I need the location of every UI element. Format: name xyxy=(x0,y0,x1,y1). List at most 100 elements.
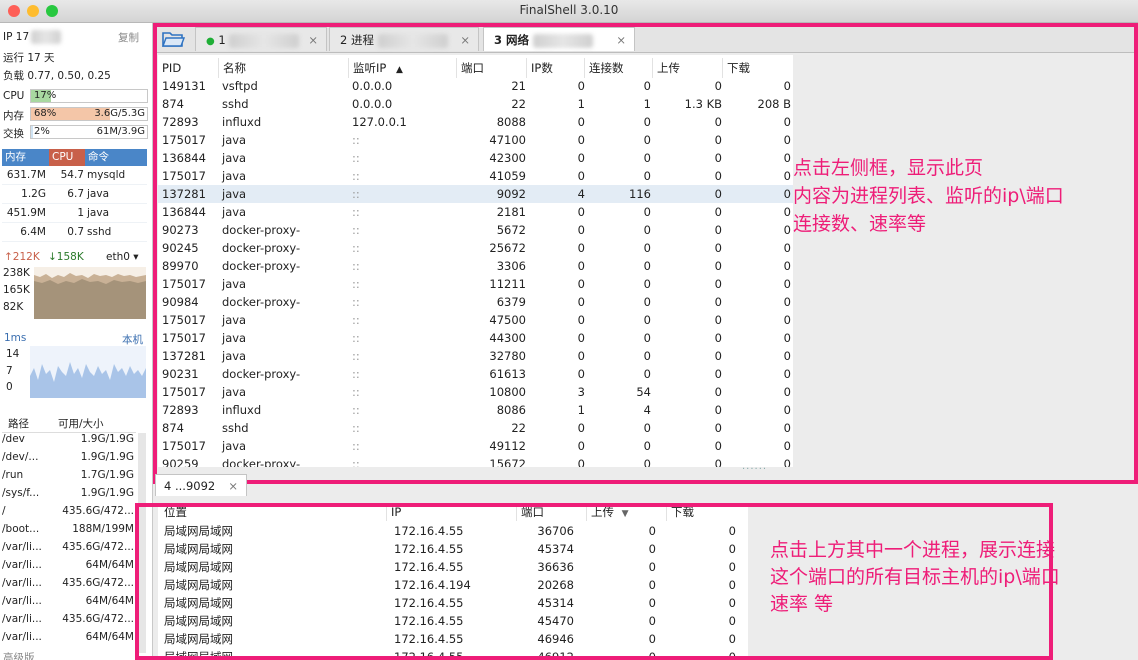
connection-row[interactable]: 局域网局域网 172.16.4.55 36636 0 0 xyxy=(158,558,748,576)
disk-row[interactable]: / 435.6G/472... xyxy=(2,505,136,523)
disk-scrollbar[interactable] xyxy=(138,433,146,653)
cell-port: 32780 xyxy=(489,349,526,363)
disk-row[interactable]: /dev 1.9G/1.9G xyxy=(2,433,136,451)
disk-row[interactable]: /boot... 188M/199M xyxy=(2,523,136,541)
column-header[interactable]: IP xyxy=(386,503,516,521)
connection-row[interactable]: 局域网局域网 172.16.4.194 20268 0 0 xyxy=(158,576,748,594)
connection-row[interactable]: 局域网局域网 172.16.4.55 45470 0 0 xyxy=(158,612,748,630)
sidebar-process-row[interactable]: 451.9M 1 java xyxy=(2,204,147,223)
cell-pid: 175017 xyxy=(162,169,206,183)
column-header-label: 端口 xyxy=(521,505,544,519)
column-header[interactable]: 连接数 xyxy=(584,58,652,78)
tab-network[interactable]: 3 网络 × xyxy=(483,27,635,51)
column-header[interactable]: 上传 xyxy=(652,58,722,78)
cell-name: java xyxy=(222,277,247,291)
disk-row[interactable]: /var/li... 64M/64M xyxy=(2,631,136,649)
column-header[interactable]: 下载 xyxy=(666,503,746,521)
disk-row[interactable]: /var/li... 64M/64M xyxy=(2,559,136,577)
process-row[interactable]: 136844 java:: 2181 0 0 0 0 xyxy=(158,203,793,221)
column-header[interactable]: 位置 xyxy=(160,503,386,521)
column-header[interactable]: IP数 xyxy=(526,58,584,78)
column-header[interactable]: 监听IP ▲ xyxy=(348,58,456,78)
close-icon[interactable]: × xyxy=(460,28,470,52)
process-row[interactable]: 874 sshd 0.0.0.0 22 1 1 1.3 KB 208 B xyxy=(158,95,793,113)
process-row[interactable]: 175017 java:: 41059 0 0 0 0 xyxy=(158,167,793,185)
disk-row[interactable]: /sys/f... 1.9G/1.9G xyxy=(2,487,136,505)
folder-icon[interactable] xyxy=(161,29,187,49)
col-mem[interactable]: 内存 xyxy=(2,149,49,166)
cell-ip-count: 0 xyxy=(577,295,585,309)
cell-name: java xyxy=(222,349,247,363)
process-row[interactable]: 90245 docker-proxy-:: 25672 0 0 0 0 xyxy=(158,239,793,257)
close-icon[interactable]: × xyxy=(616,28,626,52)
cell-download: 0 xyxy=(783,241,791,255)
column-header[interactable]: 下载 xyxy=(722,58,792,78)
cell-ip-count: 4 xyxy=(577,187,585,201)
copy-button[interactable]: 复制 xyxy=(118,30,139,45)
process-row[interactable]: 90273 docker-proxy-:: 5672 0 0 0 0 xyxy=(158,221,793,239)
process-row[interactable]: 175017 java:: 47100 0 0 0 0 xyxy=(158,131,793,149)
process-row[interactable]: 89970 docker-proxy-:: 3306 0 0 0 0 xyxy=(158,257,793,275)
column-header[interactable]: 名称 xyxy=(218,58,348,78)
cell-download: 0 xyxy=(783,331,791,345)
process-row[interactable]: 149131 vsftpd 0.0.0.0 21 0 0 0 0 xyxy=(158,77,793,95)
cell-download: 0 xyxy=(783,439,791,453)
cell-connections: 0 xyxy=(643,241,651,255)
disk-row[interactable]: /var/li... 435.6G/472... xyxy=(2,541,136,559)
column-header[interactable]: 端口 xyxy=(456,58,526,78)
process-row[interactable]: 72893 influxd:: 8086 1 4 0 0 xyxy=(158,401,793,419)
connection-row[interactable]: 局域网局域网 172.16.4.55 36706 0 0 xyxy=(158,522,748,540)
cell-ip-count: 0 xyxy=(577,457,585,467)
process-row[interactable]: 175017 java:: 10800 3 54 0 0 xyxy=(158,383,793,401)
process-row[interactable]: 90984 docker-proxy-:: 6379 0 0 0 0 xyxy=(158,293,793,311)
advanced-link[interactable]: 高级版 xyxy=(3,650,35,660)
process-row[interactable]: 175017 java:: 49112 0 0 0 0 xyxy=(158,437,793,455)
cell-connections: 116 xyxy=(629,187,651,201)
disk-row[interactable]: /var/li... 64M/64M xyxy=(2,595,136,613)
process-row[interactable]: 72893 influxd 127.0.0.1 8088 0 0 0 0 xyxy=(158,113,793,131)
close-icon[interactable]: × xyxy=(228,475,238,497)
process-row[interactable]: 90259 docker-proxy-:: 15672 0 0 0 0 xyxy=(158,455,793,467)
disk-row[interactable]: /dev/... 1.9G/1.9G xyxy=(2,451,136,469)
cell-port: 36636 xyxy=(537,560,574,574)
process-row[interactable]: 90231 docker-proxy-:: 61613 0 0 0 0 xyxy=(158,365,793,383)
cell-listen-ip: :: xyxy=(352,277,360,291)
disk-row[interactable]: /var/li... 435.6G/472... xyxy=(2,613,136,631)
column-header[interactable]: 上传 ▼ xyxy=(586,503,666,521)
close-icon[interactable]: × xyxy=(308,28,318,52)
sidebar-process-row[interactable]: 1.2G 6.7 java xyxy=(2,185,147,204)
process-row[interactable]: 136844 java:: 42300 0 0 0 0 xyxy=(158,149,793,167)
column-header[interactable]: 端口 xyxy=(516,503,586,521)
connection-row[interactable]: 局域网局域网 172.16.4.55 46946 0 0 xyxy=(158,630,748,648)
process-row[interactable]: 175017 java:: 47500 0 0 0 0 xyxy=(158,311,793,329)
disk-row[interactable]: /var/li... 435.6G/472... xyxy=(2,577,136,595)
connection-table: 位置 IP 端口 上传 ▼ 下载 局域网局域网 172.16.4.55 36706 0 0 局域网… xyxy=(158,503,748,660)
connection-row[interactable]: 局域网局域网 172.16.4.55 45314 0 0 xyxy=(158,594,748,612)
tab-connections[interactable]: 4 ...9092 × xyxy=(155,474,247,496)
col-command[interactable]: 命令 xyxy=(85,149,147,166)
process-row[interactable]: 137281 java:: 32780 0 0 0 0 xyxy=(158,347,793,365)
tab-session-1[interactable]: ● 1 × xyxy=(195,27,327,51)
splitter-handle[interactable]: ······ xyxy=(742,464,767,475)
col-cpu[interactable]: CPU xyxy=(49,149,85,166)
col-path[interactable]: 路径 xyxy=(8,416,29,431)
process-row[interactable]: 137281 java:: 9092 4 116 0 0 xyxy=(158,185,793,203)
latency-host[interactable]: 本机 xyxy=(122,332,143,347)
process-row[interactable]: 175017 java:: 11211 0 0 0 0 xyxy=(158,275,793,293)
disk-row[interactable]: /run 1.7G/1.9G xyxy=(2,469,136,487)
process-row[interactable]: 175017 java:: 44300 0 0 0 0 xyxy=(158,329,793,347)
cell-port: 15672 xyxy=(489,457,526,467)
col-available-size[interactable]: 可用/大小 xyxy=(58,416,104,431)
tab-process[interactable]: 2 进程 × xyxy=(329,27,479,51)
connection-row[interactable]: 局域网局域网 172.16.4.55 45374 0 0 xyxy=(158,540,748,558)
column-header[interactable]: PID xyxy=(158,58,218,78)
cell-ip-count: 0 xyxy=(577,349,585,363)
net-interface-select[interactable]: eth0 ▾ xyxy=(106,251,139,263)
process-row[interactable]: 874 sshd:: 22 0 0 0 0 xyxy=(158,419,793,437)
cell-location: 局域网局域网 xyxy=(164,560,233,574)
cell-connections: 4 xyxy=(643,403,651,417)
sidebar-process-row[interactable]: 631.7M 54.7 mysqld xyxy=(2,166,147,185)
sidebar-process-row[interactable]: 6.4M 0.7 sshd xyxy=(2,223,147,242)
connection-row[interactable]: 局域网局域网 172.16.4.55 46912 0 0 xyxy=(158,648,748,660)
cell-download: 0 xyxy=(783,403,791,417)
